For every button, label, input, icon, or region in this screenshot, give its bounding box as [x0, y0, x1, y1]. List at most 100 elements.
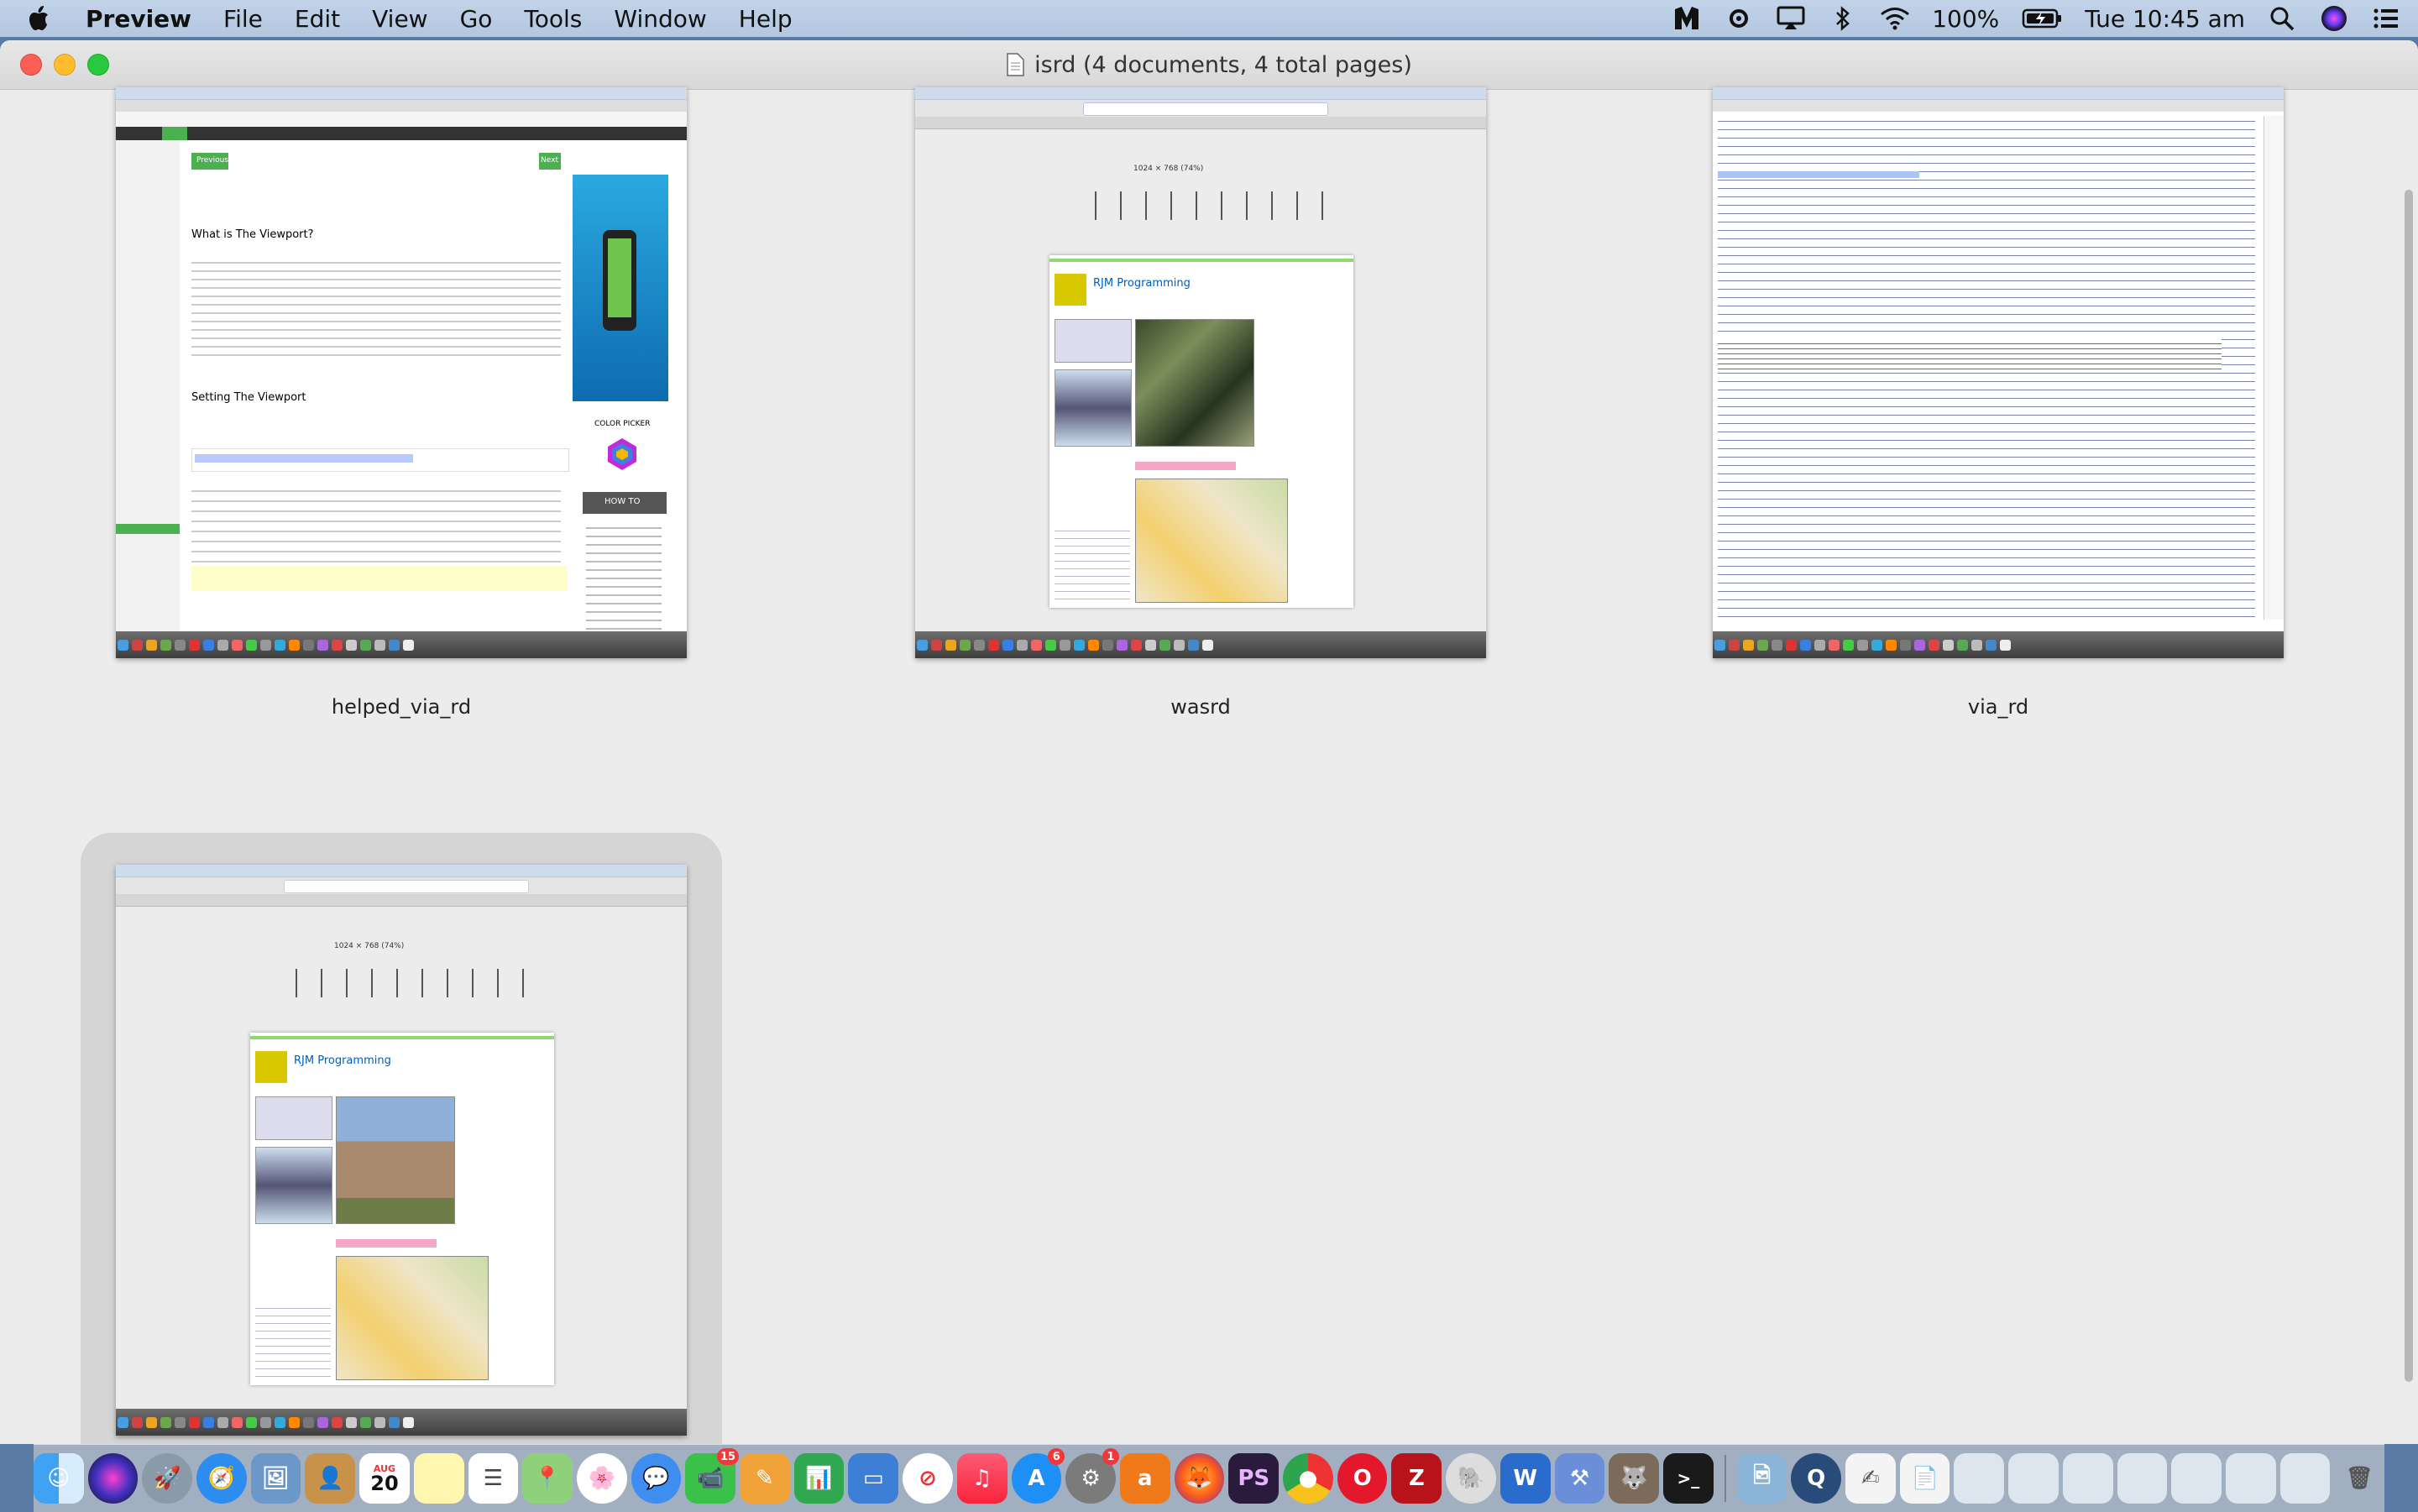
thumbnail-helped-via-rd[interactable]: Previous Next What is The Viewport? Sett… [116, 87, 687, 719]
reminders-icon[interactable]: ☰ [468, 1453, 519, 1504]
screenshot-stack-6-icon[interactable] [2226, 1453, 2276, 1504]
vertical-scrollbar[interactable] [2400, 89, 2418, 1444]
dock: ☺ 🚀 🧭 🖼 👤 AUG 20 ☰ 📍 🌸 💬 📹 15 ✎ 📊 ▭ ⊘ ♫ A… [33, 1444, 2384, 1512]
preferences-badge: 1 [1102, 1448, 1119, 1465]
notification-center-icon[interactable] [2371, 3, 2401, 34]
airplay-icon[interactable] [1776, 3, 1806, 34]
terminal-icon[interactable]: >_ [1662, 1453, 1714, 1504]
w3-heading-setting: Setting The Viewport [191, 391, 306, 404]
scrollbar-thumb[interactable] [2405, 190, 2413, 1382]
photos-icon[interactable]: 🌸 [576, 1453, 627, 1504]
preview-window: isrd (4 documents, 4 total pages) Previo… [0, 40, 2418, 1444]
bluetooth-icon[interactable] [1828, 3, 1858, 34]
music-icon[interactable]: ♫ [956, 1453, 1008, 1504]
screenshot-stack-7-icon[interactable] [2279, 1453, 2331, 1504]
phpstorm-icon[interactable]: PS [1228, 1453, 1280, 1504]
status-area: 100% Tue 10:45 am [1672, 3, 2401, 34]
menu-window[interactable]: Window [598, 5, 722, 33]
screenshot-stack-1-icon[interactable] [1954, 1453, 2005, 1504]
quicktime-icon[interactable]: Q [1791, 1453, 1842, 1504]
maps-icon[interactable]: 📍 [522, 1453, 573, 1504]
siri-dock-icon[interactable] [87, 1453, 139, 1504]
textedit-icon[interactable]: ✍ [1845, 1453, 1896, 1504]
launchpad-icon[interactable]: 🚀 [142, 1453, 192, 1504]
minimize-window-button[interactable] [54, 54, 76, 76]
audacity-icon[interactable]: a [1119, 1453, 1170, 1504]
window-title-text: isrd (4 documents, 4 total pages) [1034, 51, 1412, 78]
preview-dock-icon[interactable]: 🖼 [250, 1453, 301, 1504]
thumbnail-image: Previous Next What is The Viewport? Sett… [116, 87, 687, 658]
dock-separator [1724, 1455, 1726, 1502]
thumbnail-image: 1024 × 768 (74%) RJM Programming [915, 87, 1486, 658]
malwarebytes-icon[interactable] [1672, 3, 1702, 34]
menu-view[interactable]: View [356, 5, 443, 33]
thumbnail-wasrd[interactable]: 1024 × 768 (74%) RJM Programming wasrd [915, 87, 1486, 719]
document-stack-icon[interactable]: 📄 [1899, 1453, 1950, 1504]
opera-icon[interactable]: O [1337, 1453, 1388, 1504]
filezilla-icon[interactable]: Z [1391, 1453, 1442, 1504]
contacts-icon[interactable]: 👤 [305, 1453, 356, 1504]
notes-icon[interactable] [413, 1453, 464, 1504]
app-store-icon[interactable]: A6 [1011, 1448, 1065, 1504]
window-title: isrd (4 documents, 4 total pages) [1006, 52, 1412, 78]
sequel-icon[interactable]: 🐘 [1446, 1453, 1496, 1504]
xcode-icon[interactable]: ⚒ [1554, 1453, 1605, 1504]
spotlight-search-icon[interactable] [2267, 3, 2297, 34]
menu-edit[interactable]: Edit [279, 5, 356, 33]
device-size-label: 1024 × 768 (74%) [334, 942, 405, 950]
next-label: Next [541, 156, 558, 165]
device-size-label: 1024 × 768 (74%) [1133, 165, 1204, 173]
gear-bug-icon[interactable] [1724, 3, 1754, 34]
prev-label: Previous [196, 156, 229, 165]
menu-go[interactable]: Go [444, 5, 509, 33]
screenshot-stack-3-icon[interactable] [2062, 1453, 2113, 1504]
menu-help[interactable]: Help [723, 5, 809, 33]
messages-badge: 15 [716, 1448, 740, 1465]
siri-icon[interactable] [2319, 3, 2349, 34]
screenshot-stack-5-icon[interactable] [2171, 1453, 2222, 1504]
menu-tools[interactable]: Tools [508, 5, 598, 33]
thumbnail-image [1713, 87, 2284, 658]
firefox-icon[interactable]: 🦊 [1174, 1453, 1225, 1504]
finder-icon[interactable]: ☺ [33, 1453, 84, 1504]
close-window-button[interactable] [20, 54, 42, 76]
thumbnail-caption: helped_via_rd [331, 695, 472, 719]
thumbnail-selected[interactable]: 1024 × 768 (74%) RJM Programming [116, 865, 687, 1436]
w3-heading-viewport: What is The Viewport? [191, 228, 314, 241]
numbers-icon[interactable]: 📊 [793, 1453, 845, 1504]
messages-icon[interactable]: 💬 [631, 1453, 682, 1504]
wifi-icon[interactable] [1880, 3, 1910, 34]
wordpress-icon[interactable]: W [1499, 1453, 1551, 1504]
clock[interactable]: Tue 10:45 am [2085, 5, 2245, 33]
how-to-label: HOW TO [604, 497, 641, 506]
system-preferences-icon[interactable]: ⚙ 1 [1065, 1448, 1119, 1504]
gimp-icon[interactable]: 🐺 [1609, 1453, 1659, 1504]
thumbnail-caption: wasrd [1170, 695, 1231, 719]
thumbnail-image: 1024 × 768 (74%) RJM Programming [116, 865, 687, 1436]
title-bar[interactable]: isrd (4 documents, 4 total pages) [0, 40, 2418, 90]
keynote-icon[interactable]: ▭ [848, 1453, 899, 1504]
screenshot-stack-4-icon[interactable] [2117, 1453, 2168, 1504]
trash-icon[interactable]: 🗑 [2334, 1453, 2384, 1504]
battery-icon[interactable] [2021, 3, 2063, 34]
menu-app-preview[interactable]: Preview [60, 5, 207, 33]
chrome-icon[interactable]: ● [1283, 1453, 1333, 1504]
rjm-title: RJM Programming [294, 1054, 391, 1067]
calendar-day: 20 [370, 1471, 399, 1495]
battery-percent: 100% [1932, 4, 2000, 33]
app-store-badge: 6 [1048, 1448, 1065, 1465]
rjm-title: RJM Programming [1093, 277, 1191, 290]
screenshot-stack-2-icon[interactable] [2008, 1453, 2059, 1504]
thumbnail-via-rd[interactable]: via_rd [1713, 87, 2284, 719]
safari-icon[interactable]: 🧭 [196, 1453, 247, 1504]
preview-doc-icon[interactable]: 🖻 [1736, 1453, 1787, 1504]
menu-file[interactable]: File [207, 5, 279, 33]
document-icon [1007, 53, 1024, 76]
news-icon[interactable]: ⊘ [903, 1453, 953, 1504]
zoom-window-button[interactable] [87, 54, 109, 76]
apple-menu-icon[interactable] [17, 0, 60, 37]
calendar-icon[interactable]: AUG 20 [359, 1453, 410, 1504]
menu-bar: Preview File Edit View Go Tools Window H… [0, 0, 2418, 37]
pages-icon[interactable]: ✎ [740, 1453, 790, 1504]
facetime-icon[interactable]: 📹 15 [685, 1448, 740, 1504]
